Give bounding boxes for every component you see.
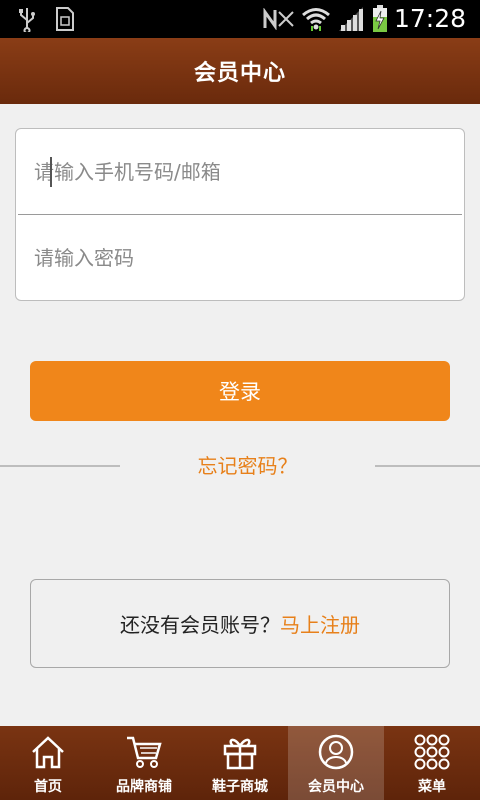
tab-label: 菜单 <box>418 779 446 795</box>
user-icon <box>316 732 356 772</box>
login-button[interactable]: 登录 <box>30 361 450 421</box>
account-field-wrapper <box>16 129 464 215</box>
login-form <box>15 128 465 301</box>
tab-label: 鞋子商城 <box>212 779 268 795</box>
signal-icon <box>336 0 366 38</box>
text-caret <box>50 157 52 187</box>
register-box: 还没有会员账号？ 马上注册 <box>30 579 450 668</box>
tab-home[interactable]: 首页 <box>0 726 96 800</box>
forgot-password-link[interactable]: 忘记密码？ <box>120 448 375 484</box>
page-title: 会员中心 <box>193 61 286 86</box>
register-prompt: 还没有会员账号？ <box>120 613 280 637</box>
nfc-icon <box>262 0 296 38</box>
home-icon <box>28 732 68 772</box>
tab-brand-shops[interactable]: 品牌商铺 <box>96 726 192 800</box>
password-field-wrapper <box>16 215 464 301</box>
divider-left <box>0 465 120 467</box>
divider-right <box>375 465 480 467</box>
status-bar: 17:28 <box>0 0 480 38</box>
account-input[interactable] <box>34 160 464 184</box>
tab-shoe-mall[interactable]: 鞋子商城 <box>192 726 288 800</box>
tab-label: 会员中心 <box>308 779 364 795</box>
tab-label: 首页 <box>34 779 62 795</box>
menu-grid-icon <box>412 732 452 772</box>
battery-charging-icon <box>370 0 390 38</box>
gift-icon <box>220 732 260 772</box>
tab-menu[interactable]: 菜单 <box>384 726 480 800</box>
password-input[interactable] <box>34 246 464 270</box>
tab-label: 品牌商铺 <box>116 779 172 795</box>
cart-icon <box>124 732 164 772</box>
app-header: 会员中心 <box>0 38 480 104</box>
bottom-tab-bar: 首页 品牌商铺 鞋子商城 会员中心 菜单 <box>0 726 480 800</box>
status-time: 17:28 <box>393 4 466 33</box>
register-link[interactable]: 马上注册 <box>280 609 360 638</box>
tab-member-center[interactable]: 会员中心 <box>288 726 384 800</box>
wifi-icon <box>300 0 332 38</box>
sim-card-icon <box>52 0 78 38</box>
usb-icon <box>14 0 40 38</box>
